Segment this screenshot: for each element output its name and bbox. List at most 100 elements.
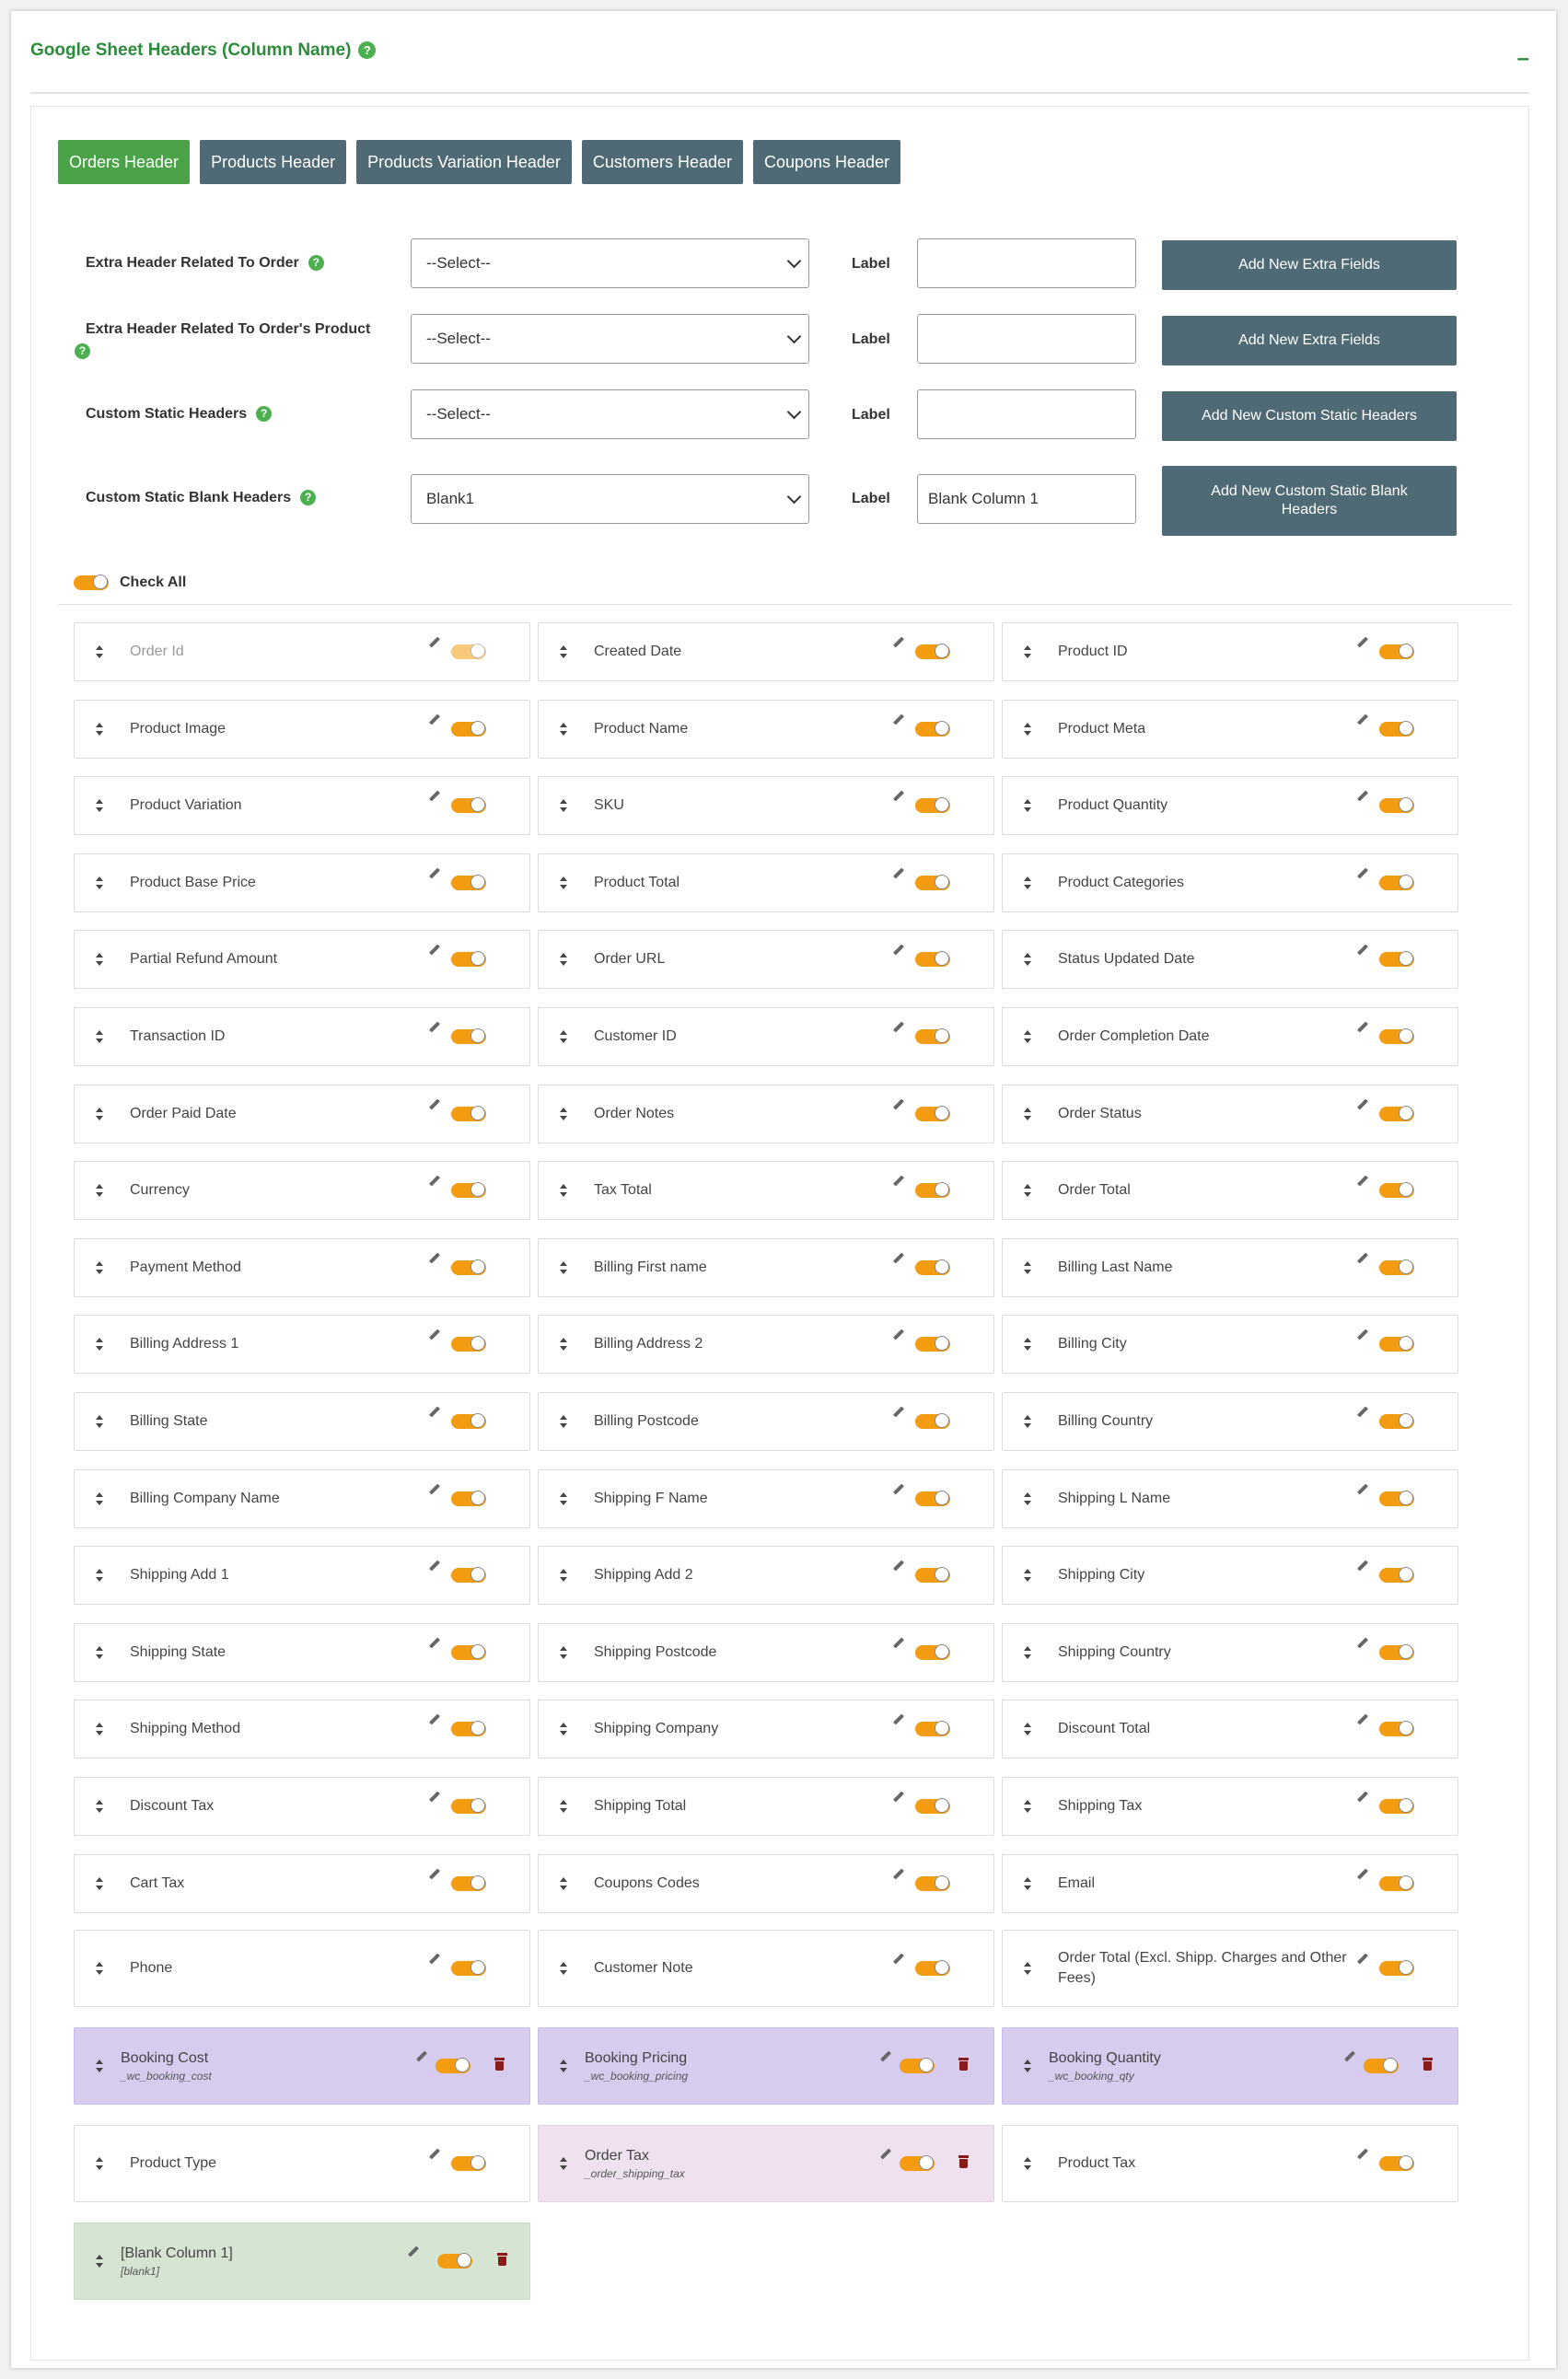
column-toggle[interactable] [1379, 1336, 1414, 1352]
column-toggle[interactable] [915, 644, 950, 659]
sort-handle-icon[interactable] [1023, 1644, 1032, 1661]
pencil-icon[interactable] [891, 714, 906, 728]
column-card[interactable]: Shipping Country [1002, 1622, 1458, 1682]
tab-coupons-header[interactable]: Coupons Header [752, 140, 901, 184]
sort-handle-icon[interactable] [95, 1491, 104, 1507]
sort-handle-icon[interactable] [559, 797, 568, 814]
sort-handle-icon[interactable] [1023, 1960, 1032, 1977]
column-card[interactable]: Shipping Postcode [538, 1622, 994, 1682]
sort-handle-icon[interactable] [1023, 1875, 1032, 1892]
sort-handle-icon[interactable] [1023, 2058, 1032, 2074]
column-toggle[interactable] [451, 720, 486, 737]
pencil-icon[interactable] [427, 2148, 442, 2163]
column-card[interactable]: Product Name [538, 699, 994, 759]
sort-handle-icon[interactable] [559, 1336, 568, 1352]
extra-order-select[interactable]: --Select-- [411, 238, 809, 288]
sort-handle-icon[interactable] [559, 1106, 568, 1122]
column-toggle[interactable] [1379, 1567, 1414, 1584]
column-toggle[interactable] [915, 1490, 950, 1506]
column-card[interactable]: Shipping L Name [1002, 1468, 1458, 1528]
column-card[interactable]: Order Total [1002, 1161, 1458, 1221]
sort-handle-icon[interactable] [95, 1028, 104, 1045]
column-toggle[interactable] [915, 1182, 950, 1199]
column-card[interactable]: Currency [74, 1161, 530, 1221]
column-toggle[interactable] [1379, 1643, 1414, 1660]
column-toggle[interactable] [915, 797, 950, 814]
pencil-icon[interactable] [891, 1791, 906, 1805]
column-card[interactable]: Order Id [74, 622, 530, 681]
pencil-icon[interactable] [891, 1713, 906, 1728]
tab-products-variation-header[interactable]: Products Variation Header [356, 140, 572, 184]
column-card[interactable]: Billing City [1002, 1315, 1458, 1375]
help-icon[interactable]: ? [358, 41, 377, 60]
column-card[interactable]: Billing Address 2 [538, 1315, 994, 1375]
sort-handle-icon[interactable] [1023, 1182, 1032, 1199]
pencil-icon[interactable] [891, 1483, 906, 1498]
column-toggle[interactable] [451, 1490, 486, 1506]
sort-handle-icon[interactable] [95, 951, 104, 968]
column-toggle[interactable] [1379, 1413, 1414, 1429]
column-toggle[interactable] [451, 1960, 486, 1976]
pencil-icon[interactable] [891, 1021, 906, 1036]
add-custom-static-headers-button[interactable]: Add New Custom Static Headers [1162, 391, 1457, 441]
sort-handle-icon[interactable] [1023, 875, 1032, 891]
pencil-icon[interactable] [891, 1868, 906, 1883]
column-card[interactable]: Product Type [74, 2125, 530, 2202]
pencil-icon[interactable] [427, 714, 442, 728]
column-toggle[interactable] [915, 1874, 950, 1891]
pencil-icon[interactable] [891, 1953, 906, 1967]
column-toggle[interactable] [915, 1567, 950, 1584]
column-card[interactable]: Product Quantity [1002, 776, 1458, 836]
column-toggle[interactable] [437, 2253, 472, 2269]
column-card[interactable]: Billing Last Name [1002, 1237, 1458, 1297]
pencil-icon[interactable] [1355, 944, 1370, 958]
column-card[interactable]: Customer Note [538, 1930, 994, 2007]
column-card[interactable]: Discount Tax [74, 1777, 530, 1836]
column-toggle[interactable] [1379, 1490, 1414, 1506]
column-card[interactable]: Discount Total [1002, 1700, 1458, 1759]
column-card[interactable]: Product Variation [74, 776, 530, 836]
column-toggle[interactable] [1379, 1182, 1414, 1199]
column-card[interactable]: Partial Refund Amount [74, 930, 530, 990]
pencil-icon[interactable] [1355, 1175, 1370, 1190]
extra-product-label-input[interactable] [917, 314, 1136, 364]
help-icon[interactable]: ? [75, 343, 90, 360]
sort-handle-icon[interactable] [95, 1106, 104, 1122]
column-card[interactable]: Shipping Add 1 [74, 1546, 530, 1606]
column-card[interactable]: Product Total [538, 853, 994, 912]
column-card[interactable]: Customer ID [538, 1007, 994, 1066]
column-toggle[interactable] [451, 1413, 486, 1429]
pencil-icon[interactable] [406, 2246, 421, 2260]
pencil-icon[interactable] [891, 1098, 906, 1113]
column-toggle[interactable] [915, 1960, 950, 1976]
column-toggle[interactable] [451, 1798, 486, 1814]
custom-blank-label-input[interactable]: Blank Column 1 [917, 474, 1136, 524]
column-card[interactable]: Billing Country [1002, 1392, 1458, 1451]
column-card[interactable]: Coupons Codes [538, 1853, 994, 1913]
column-toggle[interactable] [915, 1721, 950, 1737]
check-all-toggle[interactable] [74, 574, 109, 590]
pencil-icon[interactable] [891, 867, 906, 882]
column-toggle[interactable] [451, 797, 486, 814]
column-card[interactable]: Order Tax _order_shipping_tax [538, 2125, 994, 2202]
sort-handle-icon[interactable] [95, 1259, 104, 1276]
column-toggle[interactable] [915, 1413, 950, 1429]
sort-handle-icon[interactable] [1023, 644, 1032, 660]
column-card[interactable]: Shipping Company [538, 1700, 994, 1759]
column-toggle[interactable] [1364, 2058, 1399, 2073]
tab-products-header[interactable]: Products Header [200, 140, 347, 184]
sort-handle-icon[interactable] [559, 1028, 568, 1045]
sort-handle-icon[interactable] [559, 1644, 568, 1661]
column-toggle[interactable] [451, 1643, 486, 1660]
pencil-icon[interactable] [1355, 790, 1370, 805]
column-toggle[interactable] [1379, 1721, 1414, 1737]
column-card[interactable]: Product Meta [1002, 699, 1458, 759]
column-toggle[interactable] [915, 951, 950, 968]
column-toggle[interactable] [451, 874, 486, 890]
column-toggle[interactable] [436, 2058, 470, 2073]
sort-handle-icon[interactable] [95, 644, 104, 660]
column-card[interactable]: Billing State [74, 1392, 530, 1451]
pencil-icon[interactable] [891, 1175, 906, 1190]
pencil-icon[interactable] [891, 636, 906, 651]
column-card[interactable]: Status Updated Date [1002, 930, 1458, 990]
